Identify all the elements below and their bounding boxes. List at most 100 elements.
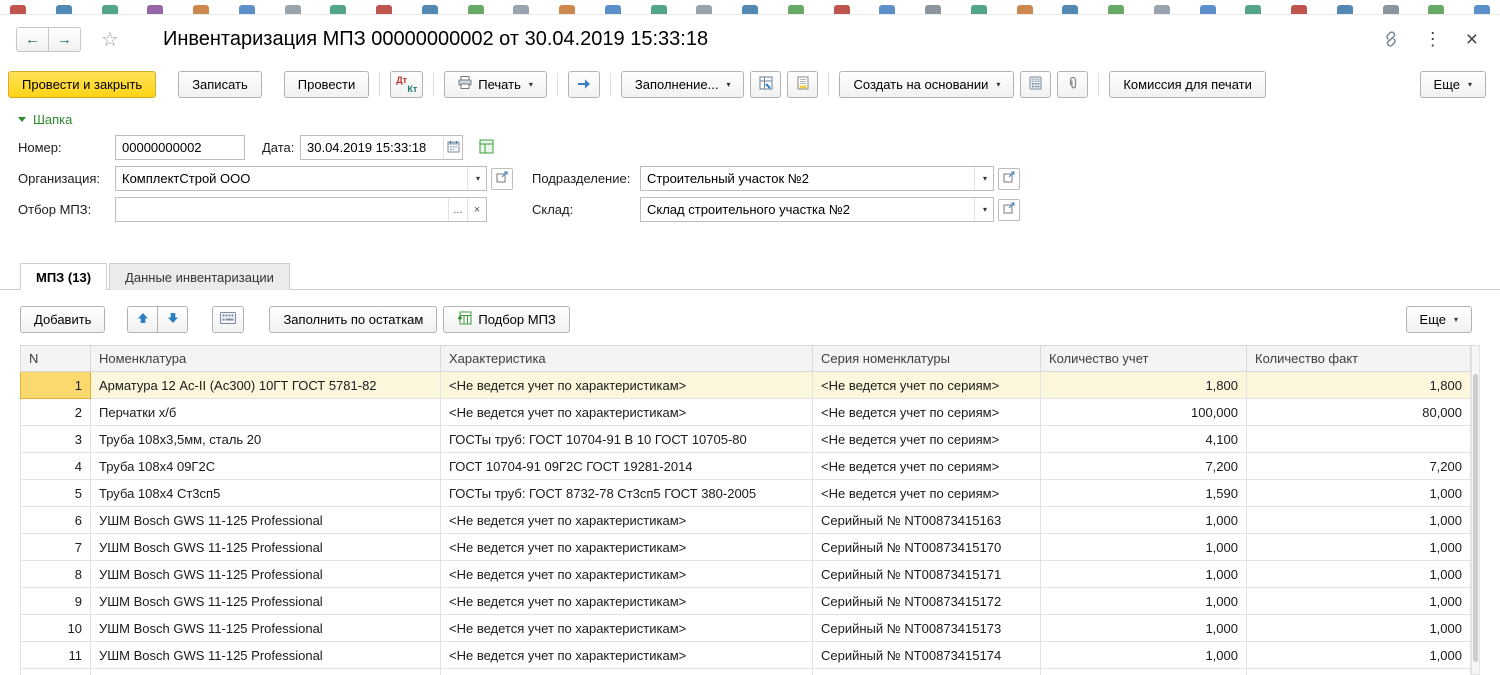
section-icon[interactable] [513, 5, 529, 14]
forward-button[interactable]: → [48, 27, 81, 52]
section-icon[interactable] [1428, 5, 1444, 14]
section-icon[interactable] [1245, 5, 1261, 14]
get-link-icon[interactable] [1382, 30, 1400, 48]
col-header-n[interactable]: N [21, 346, 91, 372]
cell-line-number[interactable]: 11 [21, 642, 91, 669]
cell-line-number[interactable]: 1 [21, 372, 91, 399]
cell-series[interactable]: Серийный № NT00873415163 [813, 507, 1041, 534]
cell-series[interactable]: <Не ведется учет по сериям> [813, 372, 1041, 399]
keyboard-input-button[interactable] [212, 306, 244, 333]
cell-characteristic[interactable]: ГОСТ 10704-91 09Г2С ГОСТ 19281-2014 [441, 453, 813, 480]
number-input[interactable] [116, 136, 244, 159]
section-icon[interactable] [742, 5, 758, 14]
col-header-qty-account[interactable]: Количество учет [1041, 346, 1247, 372]
mpz-filter-clear-button[interactable]: × [467, 198, 486, 221]
table-row[interactable]: 11 УШМ Bosch GWS 11-125 Professional <Не… [21, 642, 1471, 669]
load-from-spreadsheet-button[interactable] [750, 71, 781, 98]
more-button[interactable]: Еще ▾ [1420, 71, 1486, 98]
section-icon[interactable] [102, 5, 118, 14]
header-group-toggle[interactable]: Шапка [0, 105, 1500, 130]
scrollbar-thumb[interactable] [1473, 374, 1478, 662]
table-row[interactable]: 1 Арматура 12 Ас-II (Ас300) 10ГТ ГОСТ 57… [21, 372, 1471, 399]
section-icon[interactable] [10, 5, 26, 14]
section-icon[interactable] [651, 5, 667, 14]
table-row[interactable]: 8 УШМ Bosch GWS 11-125 Professional <Не … [21, 561, 1471, 588]
section-icon[interactable] [1200, 5, 1216, 14]
cell-qty-account[interactable]: 1,590 [1041, 480, 1247, 507]
cell-qty-account[interactable]: 1,800 [1041, 372, 1247, 399]
vertical-scrollbar[interactable] [1471, 345, 1480, 675]
cell-line-number[interactable]: 3 [21, 426, 91, 453]
calculator-button[interactable] [1020, 71, 1051, 98]
cell-line-number[interactable]: 2 [21, 399, 91, 426]
cell-series[interactable]: <Не ведется учет по сериям> [813, 426, 1041, 453]
cell-nomenclature[interactable]: Арматура 12 Ас-II (Ас300) 10ГТ ГОСТ 5781… [91, 372, 441, 399]
cell-nomenclature[interactable]: Труба 108х3,5мм, сталь 20 [91, 426, 441, 453]
cell-line-number[interactable]: 10 [21, 615, 91, 642]
organization-dropdown-button[interactable]: ▾ [467, 167, 486, 190]
cell-qty-fact[interactable]: 80,000 [1247, 399, 1471, 426]
section-icon[interactable] [834, 5, 850, 14]
post-button[interactable]: Провести [284, 71, 370, 98]
cell-qty-fact[interactable]: 1,000 [1247, 615, 1471, 642]
cell-line-number[interactable]: 9 [21, 588, 91, 615]
calendar-button[interactable] [443, 136, 462, 159]
section-icon[interactable] [971, 5, 987, 14]
section-icon[interactable] [788, 5, 804, 14]
section-icon[interactable] [1108, 5, 1124, 14]
mpz-filter-choose-button[interactable]: ... [448, 198, 467, 221]
cell-characteristic[interactable]: ГОСТы труб: ГОСТ 8732-78 Ст3сп5 ГОСТ 380… [441, 480, 813, 507]
cell-qty-fact[interactable]: 1,000 [1247, 561, 1471, 588]
cell-qty-fact[interactable]: 1,000 [1247, 642, 1471, 669]
date-input[interactable] [301, 136, 443, 159]
cell-qty-account[interactable]: 1,000 [1041, 615, 1247, 642]
cell-qty-account[interactable] [1041, 669, 1247, 675]
cell-characteristic[interactable]: <Не ведется учет по характеристикам> [441, 561, 813, 588]
col-header-qty-fact[interactable]: Количество факт [1247, 346, 1471, 372]
tab-mpz[interactable]: МПЗ (13) [20, 263, 107, 290]
cell-nomenclature[interactable] [91, 669, 441, 675]
cell-qty-account[interactable]: 1,000 [1041, 561, 1247, 588]
cell-nomenclature[interactable]: УШМ Bosch GWS 11-125 Professional [91, 561, 441, 588]
cell-qty-account[interactable]: 4,100 [1041, 426, 1247, 453]
cell-series[interactable]: Серийный № NT00873415173 [813, 615, 1041, 642]
cell-qty-fact[interactable]: 1,000 [1247, 507, 1471, 534]
create-based-on-button[interactable]: Создать на основании ▾ [839, 71, 1014, 98]
warehouse-input[interactable] [641, 198, 974, 221]
cell-qty-fact[interactable]: 1,800 [1247, 372, 1471, 399]
table-row[interactable]: 6 УШМ Bosch GWS 11-125 Professional <Не … [21, 507, 1471, 534]
add-row-button[interactable]: Добавить [20, 306, 105, 333]
cell-series[interactable]: <Не ведется учет по сериям> [813, 399, 1041, 426]
cell-nomenclature[interactable]: УШМ Bosch GWS 11-125 Professional [91, 642, 441, 669]
section-icon[interactable] [696, 5, 712, 14]
cell-qty-fact[interactable]: 7,200 [1247, 453, 1471, 480]
col-header-characteristic[interactable]: Характеристика [441, 346, 813, 372]
print-commission-button[interactable]: Комиссия для печати [1109, 71, 1266, 98]
section-icon[interactable] [1383, 5, 1399, 14]
tab-inventory-data[interactable]: Данные инвентаризации [109, 263, 290, 290]
department-dropdown-button[interactable]: ▾ [974, 167, 993, 190]
cell-characteristic[interactable]: <Не ведется учет по характеристикам> [441, 372, 813, 399]
favorite-star-icon[interactable]: ☆ [101, 27, 119, 52]
cell-nomenclature[interactable]: Труба 108х4 09Г2С [91, 453, 441, 480]
pick-mpz-button[interactable]: Подбор МПЗ [443, 306, 569, 333]
cell-qty-account[interactable]: 1,000 [1041, 507, 1247, 534]
cell-series[interactable]: Серийный № NT00873415170 [813, 534, 1041, 561]
cell-line-number[interactable]: 6 [21, 507, 91, 534]
attachments-button[interactable] [1057, 71, 1088, 98]
kebab-menu-icon[interactable]: ⋮ [1424, 29, 1442, 50]
organization-input[interactable] [116, 167, 467, 190]
cell-characteristic[interactable]: <Не ведется учет по характеристикам> [441, 588, 813, 615]
save-button[interactable]: Записать [178, 71, 262, 98]
cell-series[interactable]: <Не ведется учет по сериям> [813, 453, 1041, 480]
table-row[interactable]: 5 Труба 108х4 Ст3сп5 ГОСТы труб: ГОСТ 87… [21, 480, 1471, 507]
section-icon[interactable] [147, 5, 163, 14]
section-icon[interactable] [1154, 5, 1170, 14]
cell-characteristic[interactable]: <Не ведется учет по характеристикам> [441, 534, 813, 561]
section-icon[interactable] [559, 5, 575, 14]
table-row[interactable]: 10 УШМ Bosch GWS 11-125 Professional <Не… [21, 615, 1471, 642]
section-icon[interactable] [879, 5, 895, 14]
cell-series[interactable]: Серийный № NT00873415171 [813, 561, 1041, 588]
section-icon[interactable] [376, 5, 392, 14]
cell-characteristic[interactable]: <Не ведется учет по характеристикам> [441, 615, 813, 642]
